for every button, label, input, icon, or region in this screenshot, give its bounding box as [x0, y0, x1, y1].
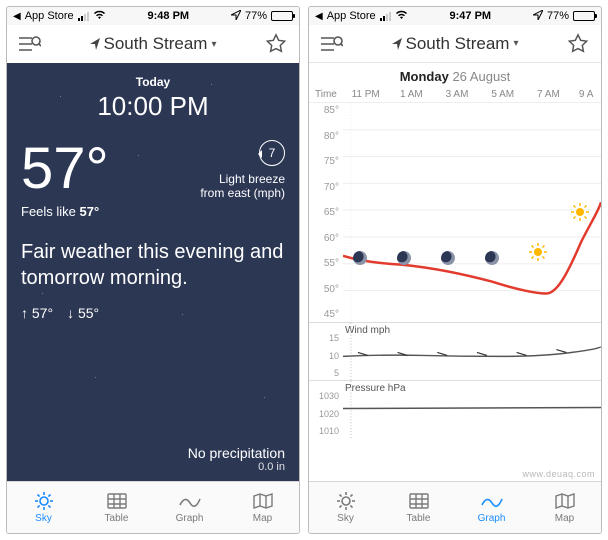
tab-sky[interactable]: Sky — [309, 482, 382, 533]
back-chevron-icon[interactable]: ◀ — [315, 11, 323, 22]
screenshot-left: ◀ App Store 9:48 PM 77% South Stream ▾ — [6, 6, 300, 534]
location-arrow-icon — [392, 38, 402, 50]
arrow-down-icon: ↓ — [67, 305, 78, 321]
status-time: 9:48 PM — [148, 10, 190, 22]
pressure-chart: Pressure hPa 103010201010 — [309, 380, 601, 438]
tab-label: Sky — [35, 513, 52, 524]
status-time: 9:47 PM — [450, 10, 492, 22]
temperature-chart: 85°80°75°70°65°60°55°50°45° — [309, 102, 601, 322]
tab-graph[interactable]: Graph — [153, 482, 226, 533]
menu-search-icon[interactable] — [319, 31, 345, 57]
battery-icon — [573, 11, 595, 21]
status-bar: ◀ App Store 9:48 PM 77% — [7, 7, 299, 25]
tab-bar: Sky Table Graph Map — [7, 481, 299, 533]
arrow-up-icon: ↑ — [21, 305, 32, 321]
tab-table[interactable]: Table — [382, 482, 455, 533]
map-icon — [251, 491, 275, 511]
tab-label: Map — [555, 513, 574, 524]
graph-icon — [178, 491, 202, 511]
tab-table[interactable]: Table — [80, 482, 153, 533]
location-name: South Stream — [406, 34, 510, 54]
cell-signal-icon — [78, 12, 89, 21]
tab-sky[interactable]: Sky — [7, 482, 80, 533]
wind-summary: 7 Light breeze from east (mph) — [200, 140, 285, 200]
screenshot-right: ◀ App Store 9:47 PM 77% South Stream ▾ M… — [308, 6, 602, 534]
sun-icon — [529, 243, 547, 261]
graph-panel[interactable]: Monday 26 August Time 11 PM1 AM3 AM5 AM7… — [309, 63, 601, 481]
chevron-down-icon: ▾ — [513, 38, 518, 49]
sun-icon — [571, 203, 589, 221]
feels-like: Feels like 57° — [21, 204, 109, 219]
favorite-star-icon[interactable] — [263, 31, 289, 57]
location-arrow-icon — [90, 38, 100, 50]
back-chevron-icon[interactable]: ◀ — [13, 11, 21, 22]
tab-graph[interactable]: Graph — [455, 482, 528, 533]
back-app-label[interactable]: App Store — [25, 10, 74, 22]
location-services-icon — [533, 10, 543, 23]
moon-icon — [397, 251, 411, 265]
tab-label: Sky — [337, 513, 354, 524]
location-selector[interactable]: South Stream ▾ — [392, 34, 519, 54]
current-temperature: 57° — [21, 140, 109, 198]
location-name: South Stream — [104, 34, 208, 54]
tab-label: Map — [253, 513, 272, 524]
favorite-star-icon[interactable] — [565, 31, 591, 57]
tab-bar: Sky Table Graph Map — [309, 481, 601, 533]
moon-icon — [353, 251, 367, 265]
tab-label: Table — [407, 513, 431, 524]
precipitation: No precipitation 0.0 in — [21, 445, 285, 473]
battery-percent: 77% — [547, 10, 569, 22]
app-header: South Stream ▾ — [7, 25, 299, 63]
map-icon — [553, 491, 577, 511]
moon-icon — [441, 251, 455, 265]
menu-search-icon[interactable] — [17, 31, 43, 57]
moon-icon — [485, 251, 499, 265]
table-icon — [105, 491, 129, 511]
graph-icon — [480, 491, 504, 511]
sun-icon — [32, 491, 56, 511]
graph-date: Monday 26 August — [309, 63, 601, 86]
wind-chart: Wind mph 15105 — [309, 322, 601, 380]
wifi-icon — [93, 10, 106, 23]
tab-map[interactable]: Map — [528, 482, 601, 533]
chevron-down-icon: ▾ — [211, 39, 216, 50]
location-services-icon — [231, 10, 241, 23]
high-low: ↑ 57° ↓ 55° — [21, 305, 285, 321]
app-header: South Stream ▾ — [309, 25, 601, 63]
low-temp: ↓ 55° — [67, 305, 99, 321]
time-axis: Time 11 PM1 AM3 AM5 AM7 AM9 A — [309, 86, 601, 102]
today-label: Today — [21, 75, 285, 89]
current-time: 10:00 PM — [21, 91, 285, 122]
battery-percent: 77% — [245, 10, 267, 22]
forecast-summary: Fair weather this evening and tomorrow m… — [21, 239, 285, 291]
table-icon — [407, 491, 431, 511]
condition-icons-row — [343, 251, 601, 265]
tab-label: Graph — [176, 513, 204, 524]
battery-icon — [271, 11, 293, 21]
back-app-label[interactable]: App Store — [327, 10, 376, 22]
status-bar: ◀ App Store 9:47 PM 77% — [309, 7, 601, 25]
wind-direction-icon: 7 — [259, 140, 285, 166]
sky-panel: Today 10:00 PM 57° Feels like 57° 7 Ligh… — [7, 63, 299, 481]
tab-label: Graph — [478, 513, 506, 524]
tab-label: Table — [105, 513, 129, 524]
sun-icon — [334, 491, 358, 511]
tab-map[interactable]: Map — [226, 482, 299, 533]
high-temp: ↑ 57° — [21, 305, 53, 321]
location-selector[interactable]: South Stream ▾ — [90, 34, 217, 54]
cell-signal-icon — [380, 12, 391, 21]
wifi-icon — [395, 10, 408, 23]
